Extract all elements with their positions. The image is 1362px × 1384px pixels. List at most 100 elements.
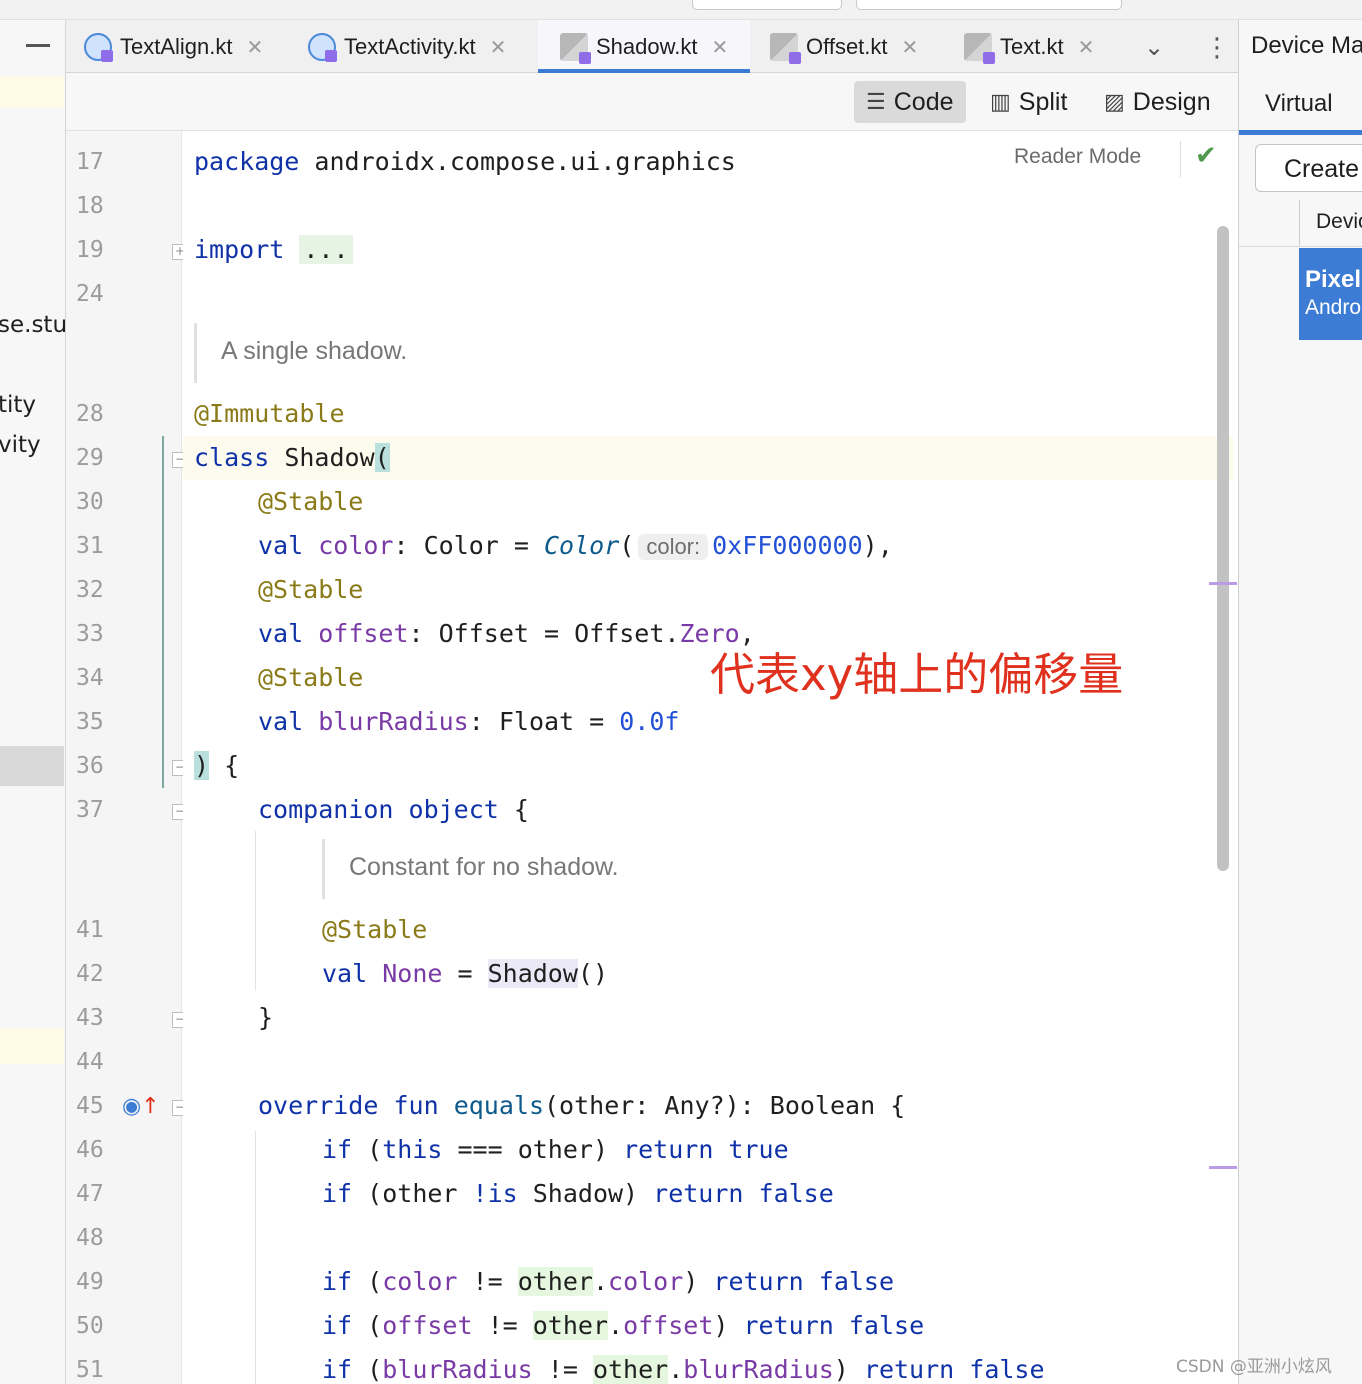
code-line-46: if (this === other) return true (322, 1135, 789, 1164)
code-mode-label: Code (893, 87, 954, 116)
red-annotation-text: 代表xy轴上的偏移量 (710, 648, 1124, 701)
line-number: 34 (76, 665, 104, 691)
tree-row-highlight (0, 76, 64, 108)
device-subtitle: Android (1305, 296, 1362, 319)
line-number: 30 (76, 489, 104, 515)
code-line-34: @Stable (258, 663, 364, 692)
split-mode-button[interactable]: ▥ Split (978, 81, 1079, 123)
device-selector-dropdown[interactable] (856, 0, 1122, 10)
device-row-pixel[interactable]: Pixel Android (1299, 248, 1362, 340)
editor-tab-bar: TextAlign.kt ✕ TextActivity.kt ✕ Shadow.… (66, 20, 1238, 74)
tab-shadow[interactable]: Shadow.kt ✕ (538, 20, 750, 74)
tab-label: Offset.kt (806, 33, 888, 59)
indent-guide (255, 1131, 256, 1384)
close-icon[interactable]: ✕ (1078, 35, 1095, 59)
line-number: 31 (76, 533, 104, 559)
compose-file-icon (308, 32, 337, 62)
tree-row-highlight (0, 1028, 64, 1064)
editor-mode-toolbar: ☰ Code ▥ Split ▨ Design (66, 73, 1238, 131)
vcs-change-marker (162, 436, 164, 788)
line-number: 49 (76, 1269, 104, 1295)
doc-comment: Constant for no shadow. (322, 839, 619, 899)
close-icon[interactable]: ✕ (712, 35, 729, 59)
code-line-33: val offset: Offset = Offset.Zero, (258, 619, 755, 648)
device-column-header[interactable]: Device (1299, 200, 1362, 246)
run-config-dropdown[interactable] (692, 0, 842, 10)
scroll-marker (1209, 1166, 1237, 1169)
compose-file-icon (84, 32, 113, 62)
design-mode-button[interactable]: ▨ Design (1092, 81, 1223, 123)
code-mode-button[interactable]: ☰ Code (854, 81, 966, 123)
line-number: 32 (76, 577, 104, 603)
project-panel: se.stu tity vity (0, 20, 66, 1384)
code-line-47: if (other !is Shadow) return false (322, 1179, 834, 1208)
code-line-49: if (color != other.color) return false (322, 1267, 895, 1296)
code-line-32: @Stable (258, 575, 364, 604)
tab-textactivity[interactable]: TextActivity.kt ✕ (308, 20, 538, 73)
line-number: 41 (76, 917, 104, 943)
code-line-41: @Stable (322, 915, 428, 944)
code-line-30: @Stable (258, 487, 364, 516)
tree-item[interactable]: tity (0, 392, 36, 418)
tab-offset[interactable]: Offset.kt ✕ (770, 20, 950, 73)
overrides-method-icon[interactable]: ◉↑ (122, 1094, 160, 1119)
line-number: 33 (76, 621, 104, 647)
vertical-scrollbar[interactable] (1217, 226, 1229, 871)
code-line-37: companion object { (258, 795, 529, 824)
code-line-28: @Immutable (194, 399, 345, 428)
doc-comment: A single shadow. (194, 323, 407, 383)
code-line-45: override fun equals(other: Any?): Boolea… (258, 1091, 906, 1120)
line-number: 43 (76, 1005, 104, 1031)
close-icon[interactable]: ✕ (902, 35, 919, 59)
code-line-50: if (offset != other.offset) return false (322, 1311, 925, 1340)
split-mode-label: Split (1018, 87, 1068, 116)
line-number: 19 (76, 237, 104, 263)
tab-textalign[interactable]: TextAlign.kt ✕ (84, 20, 294, 73)
tab-label: Shadow.kt (596, 33, 698, 59)
tab-text[interactable]: Text.kt ✕ (964, 20, 1114, 73)
inlay-hint: color: (638, 534, 709, 560)
line-number: 37 (76, 797, 104, 823)
line-number: 48 (76, 1225, 104, 1251)
code-editor[interactable]: Reader Mode ✔ package androidx.compose.u… (183, 131, 1238, 1384)
line-number: 29 (76, 445, 104, 471)
line-number: 50 (76, 1313, 104, 1339)
image-icon: ▨ (1104, 89, 1125, 114)
close-icon[interactable]: ✕ (490, 35, 507, 59)
line-number-gutter[interactable]: 17 18 19 24 28 29 30 31 32 33 34 35 36 3… (66, 131, 188, 1384)
reader-mode-toggle[interactable]: Reader Mode (1014, 145, 1141, 169)
create-device-button[interactable]: Create device (1255, 144, 1362, 192)
close-icon[interactable]: ✕ (247, 35, 264, 59)
code-lines-icon: ☰ (866, 89, 886, 114)
kotlin-file-icon (560, 32, 591, 64)
code-line-31: val color: Color = Color(color: 0xFF00000… (258, 531, 893, 560)
chevron-down-icon[interactable]: ⌄ (1144, 33, 1164, 61)
device-manager-panel: Device Manager Virtual Create device Dev… (1238, 20, 1362, 1384)
line-number: 24 (76, 281, 104, 307)
top-toolbar-strip (0, 0, 1362, 20)
code-line-36: ) { (194, 751, 240, 780)
more-options-icon[interactable]: ⋮ (1204, 33, 1230, 63)
line-number: 42 (76, 961, 104, 987)
check-icon[interactable]: ✔ (1195, 141, 1217, 171)
line-number: 47 (76, 1181, 104, 1207)
line-number: 18 (76, 193, 104, 219)
scroll-marker (1209, 582, 1237, 585)
tree-row-selected[interactable] (0, 746, 64, 786)
kotlin-file-icon (964, 32, 995, 64)
tab-label: TextActivity.kt (344, 33, 476, 59)
line-number: 28 (76, 401, 104, 427)
tab-indicator (1239, 130, 1362, 135)
divider (1239, 246, 1362, 247)
tree-item[interactable]: vity (0, 432, 41, 458)
minimize-icon[interactable] (26, 44, 50, 47)
code-line-35: val blurRadius: Float = 0.0f (258, 707, 680, 736)
tree-item[interactable]: se.stu (0, 312, 65, 338)
tab-virtual[interactable]: Virtual (1265, 90, 1333, 118)
line-number: 44 (76, 1049, 104, 1075)
code-line-19: import ... (194, 235, 353, 264)
line-number: 46 (76, 1137, 104, 1163)
code-line-42: val None = Shadow() (322, 959, 609, 988)
line-number: 45 (76, 1093, 104, 1119)
code-line-17: package androidx.compose.ui.graphics (194, 147, 736, 176)
